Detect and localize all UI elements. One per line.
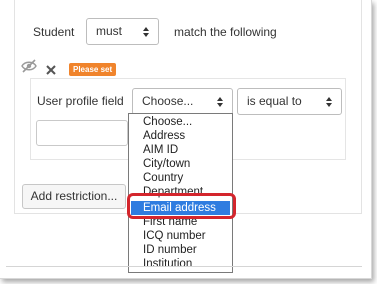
section-divider [6,266,362,267]
select-caret-icon [217,97,224,107]
select-caret-icon [143,27,150,37]
screenshot-frame: Student must match the following Please … [0,0,372,279]
profile-field-select-value: Choose... [142,94,194,108]
profile-field-select[interactable]: Choose... [132,88,233,115]
select-caret-icon [326,97,333,107]
student-label: Student [33,25,75,39]
close-icon[interactable] [46,64,56,78]
must-select-value: must [96,24,123,38]
user-profile-field-label: User profile field [37,94,124,108]
add-restriction-button[interactable]: Add restriction... [22,184,126,209]
please-set-badge: Please set [69,63,117,76]
option-address[interactable]: Address [131,129,230,143]
option-country[interactable]: Country [131,171,230,185]
option-city-town[interactable]: City/town [131,157,230,171]
eye-slash-icon[interactable] [21,59,37,76]
operator-select[interactable]: is equal to [237,88,342,115]
email-address-highlight [127,193,236,219]
option-id-number[interactable]: ID number [131,243,230,257]
operator-select-value: is equal to [247,94,302,108]
option-choose[interactable]: Choose... [131,115,230,129]
option-icq-number[interactable]: ICQ number [131,229,230,243]
value-input[interactable] [36,120,128,146]
option-institution[interactable]: Institution [131,257,230,271]
option-aim-id[interactable]: AIM ID [131,143,230,157]
match-following-text: match the following [174,25,277,39]
must-select[interactable]: must [86,18,159,45]
